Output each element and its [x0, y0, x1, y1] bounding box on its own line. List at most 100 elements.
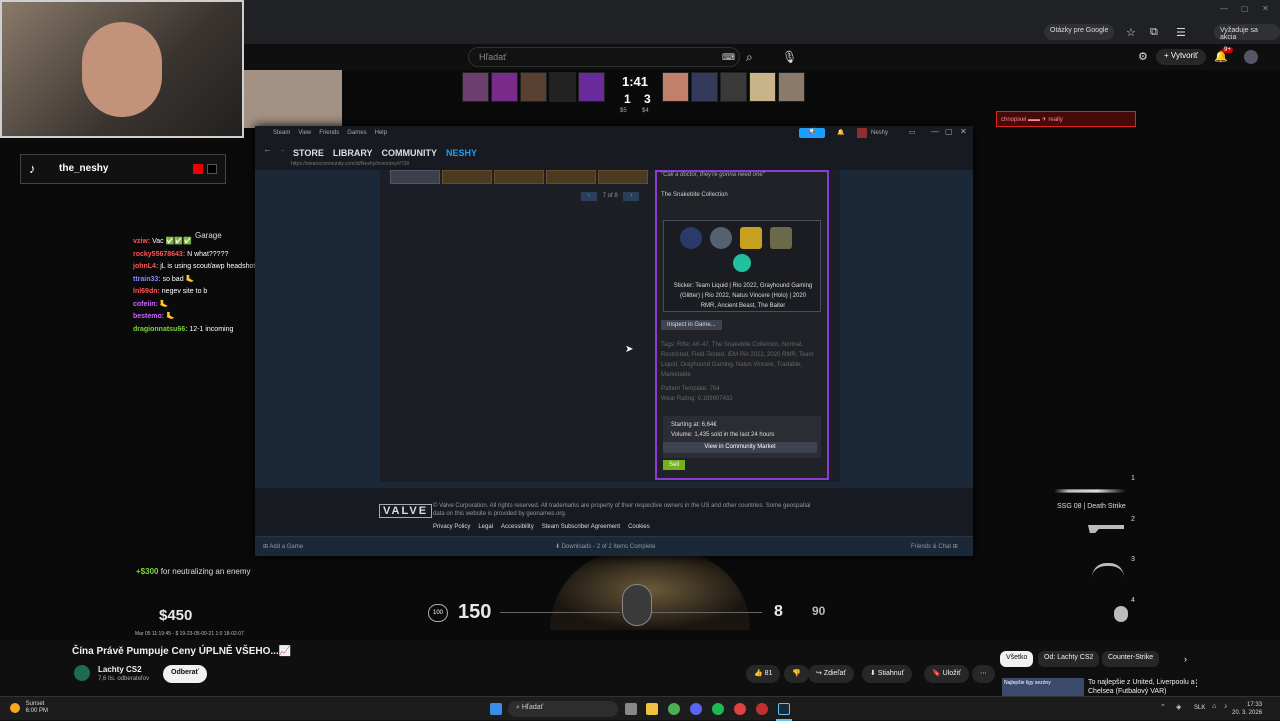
- back-arrow-icon[interactable]: ←: [263, 144, 272, 154]
- maximize-icon[interactable]: ▢: [1241, 4, 1249, 13]
- more-vert-icon[interactable]: ⋮: [1192, 678, 1201, 689]
- google-questions-chip[interactable]: Otázky pre Google: [1044, 24, 1115, 40]
- microphone-icon[interactable]: 🎙: [782, 50, 797, 64]
- inventory-tile[interactable]: [494, 170, 544, 184]
- steam-menu-games[interactable]: Games: [347, 130, 366, 136]
- search-icon[interactable]: ⌕: [746, 50, 753, 65]
- clock[interactable]: 17:33 20. 3. 2026: [1232, 701, 1262, 717]
- steam-url-bar[interactable]: https://steamcommunity.com/id/Neshy/inve…: [255, 158, 973, 170]
- chat-username[interactable]: bestemo:: [133, 313, 164, 320]
- steam-close-icon[interactable]: ✕: [960, 127, 967, 136]
- channel-avatar[interactable]: [74, 665, 90, 681]
- nav-store[interactable]: STORE: [293, 148, 324, 158]
- chat-username[interactable]: lnl69dn:: [133, 288, 160, 295]
- inspect-button[interactable]: Inspect in Game...: [661, 320, 722, 330]
- inventory-tile[interactable]: [442, 170, 492, 184]
- footer-link[interactable]: Privacy Policy: [433, 524, 470, 530]
- steam-menu-steam[interactable]: Steam: [273, 130, 290, 136]
- chip-all[interactable]: Všetko: [1000, 651, 1034, 667]
- footer-link[interactable]: Steam Subscriber Agreement: [542, 524, 620, 530]
- keyboard-icon[interactable]: ⌨: [722, 52, 735, 63]
- player-avatar: [520, 72, 547, 102]
- like-button[interactable]: 👍 81: [746, 665, 781, 683]
- chat-username[interactable]: cofeiin:: [133, 301, 158, 308]
- recommended-title[interactable]: To najlepšie z United, Liverpoolu a Chel…: [1088, 678, 1200, 696]
- nav-library[interactable]: LIBRARY: [333, 148, 373, 158]
- account-avatar[interactable]: [1244, 50, 1258, 64]
- task-view-icon[interactable]: [625, 703, 637, 715]
- next-page-button[interactable]: ›: [623, 192, 640, 201]
- add-game-button[interactable]: ⊞ Add a Game: [263, 543, 303, 550]
- bomb-icon: [622, 584, 652, 626]
- chat-username[interactable]: dragionnatsu66:: [133, 326, 187, 333]
- sell-button[interactable]: Sell: [663, 460, 685, 470]
- chip-counter-strike[interactable]: Counter-Strike: [1102, 651, 1160, 667]
- chat-username[interactable]: johnL4:: [133, 263, 158, 270]
- chat-username[interactable]: vziw:: [133, 238, 150, 245]
- discord-icon[interactable]: [690, 703, 702, 715]
- share-button[interactable]: ↪ Zdieľať: [808, 665, 854, 683]
- chrome-icon[interactable]: [668, 703, 680, 715]
- forward-arrow-icon[interactable]: →: [277, 144, 286, 154]
- nav-community[interactable]: COMMUNITY: [382, 148, 438, 158]
- dislike-button[interactable]: 👎: [784, 665, 809, 683]
- tray-icon[interactable]: ◈: [1176, 703, 1181, 711]
- action-required-chip[interactable]: Vyžaduje sa akcia: [1214, 24, 1280, 41]
- search-input[interactable]: Hľadať: [468, 47, 740, 67]
- footer-link[interactable]: Accessibility: [501, 524, 534, 530]
- spotify-icon[interactable]: [712, 703, 724, 715]
- scoreboard: 1:41 1 3 $5 $4: [462, 72, 812, 114]
- volume-icon[interactable]: ♪: [1224, 703, 1228, 710]
- inventory-tile[interactable]: [546, 170, 596, 184]
- steam-icon[interactable]: [778, 703, 790, 715]
- close-icon[interactable]: ✕: [1262, 4, 1269, 13]
- menu-icon[interactable]: ☰: [1176, 26, 1186, 39]
- inventory-tile[interactable]: [390, 170, 440, 184]
- prev-page-button[interactable]: ‹: [581, 192, 597, 201]
- footer-link[interactable]: Legal: [478, 524, 493, 530]
- channel-name[interactable]: Lachty CS2: [98, 665, 142, 674]
- downloads-status[interactable]: ⬇ Downloads - 2 of 2 Items Complete: [555, 543, 655, 550]
- star-icon[interactable]: ☆: [1126, 26, 1136, 39]
- steam-menu-help[interactable]: Help: [375, 130, 387, 136]
- save-button[interactable]: 🔖 Uložiť: [924, 665, 969, 683]
- notification-icon[interactable]: 🔔: [837, 129, 844, 136]
- chat-username[interactable]: ttrain33:: [133, 276, 161, 283]
- big-picture-icon[interactable]: ▭: [909, 128, 916, 136]
- create-button[interactable]: + Vytvoriť: [1156, 49, 1207, 65]
- hud-health: 150: [458, 601, 492, 623]
- steam-menu-view[interactable]: View: [298, 130, 311, 136]
- app-icon[interactable]: [756, 703, 768, 715]
- app-icon[interactable]: [734, 703, 746, 715]
- player-avatar: [549, 72, 576, 102]
- file-explorer-icon[interactable]: [646, 703, 658, 715]
- taskbar-search[interactable]: ⌕ Hľadať: [508, 701, 618, 717]
- extensions-icon[interactable]: ⧉: [1150, 26, 1158, 39]
- announce-button[interactable]: 📢: [799, 128, 825, 138]
- footer-link[interactable]: Cookies: [628, 524, 650, 530]
- download-button[interactable]: ⬇ Stiahnuť: [862, 665, 913, 683]
- steam-menu-friends[interactable]: Friends: [319, 130, 339, 136]
- steam-maximize-icon[interactable]: ▢: [945, 127, 953, 136]
- minimize-icon[interactable]: —: [1220, 4, 1228, 13]
- friends-chat-button[interactable]: Friends & Chat ⊞: [911, 543, 958, 550]
- steam-minimize-icon[interactable]: —: [931, 127, 939, 136]
- tiktok-username: the_neshy: [59, 163, 109, 174]
- chat-username[interactable]: rocky55678643:: [133, 251, 185, 258]
- subscribe-button[interactable]: Odberať: [163, 665, 207, 683]
- inventory-tile[interactable]: [598, 170, 648, 184]
- chevron-right-icon[interactable]: ›: [1184, 654, 1187, 664]
- view-market-button[interactable]: View in Community Market: [663, 442, 817, 453]
- chip-from-channel[interactable]: Od: Lachty CS2: [1038, 651, 1100, 667]
- weather-widget[interactable]: Sunset 6:00 PM: [10, 701, 48, 715]
- user-name[interactable]: Neshy: [871, 130, 888, 136]
- network-icon[interactable]: ⌂: [1212, 703, 1216, 710]
- recommended-thumbnail[interactable]: Najlepšie ligy sezóny: [1002, 678, 1084, 696]
- language-indicator[interactable]: SLK: [1194, 705, 1205, 711]
- tray-chevron-icon[interactable]: ⌃: [1160, 703, 1166, 711]
- download-label: Stiahnuť: [877, 670, 905, 677]
- more-button[interactable]: ⋯: [972, 665, 995, 683]
- steam-titlebar: Steam View Friends Games Help 📢 🔔 Neshy ▭ — …: [255, 126, 973, 140]
- gear-icon[interactable]: ⚙: [1138, 50, 1148, 63]
- windows-start-icon[interactable]: [490, 703, 502, 715]
